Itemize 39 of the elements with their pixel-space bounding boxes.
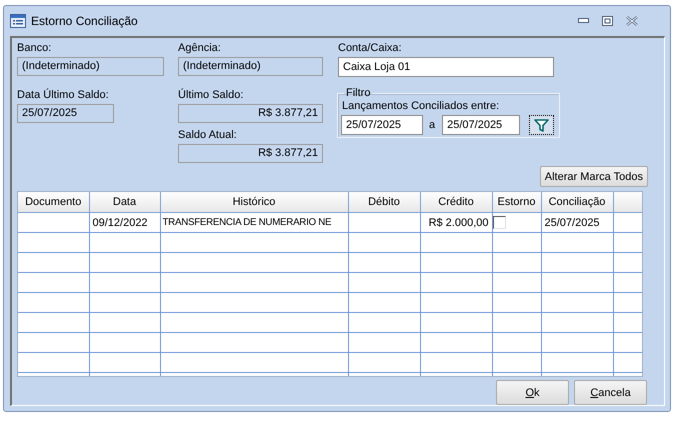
balance-field: R$ 3.877,21 — [178, 144, 323, 163]
filter-button[interactable] — [529, 115, 554, 135]
column-header[interactable]: Crédito — [420, 192, 492, 212]
list-window-icon — [10, 14, 26, 28]
filter-label: Lançamentos Conciliados entre: — [342, 100, 500, 112]
agency-field: (Indeterminado) — [178, 57, 323, 76]
window-title: Estorno Conciliação — [31, 14, 138, 28]
bank-field: (Indeterminado) — [17, 57, 164, 76]
column-header[interactable]: Documento — [18, 192, 89, 212]
amount-cell: R$ 2.000,00 — [428, 216, 488, 228]
table-cell: 25/07/2025 — [544, 216, 600, 228]
ok-button[interactable]: Ok — [496, 380, 569, 405]
checkbox[interactable] — [492, 216, 506, 229]
range-separator: a — [429, 119, 436, 131]
maximize-icon[interactable] — [602, 16, 613, 26]
column-header[interactable]: Histórico — [160, 192, 348, 212]
table-cell: TRANSFERENCIA DE NUMERARIO NE — [162, 217, 332, 228]
field-label: Último Saldo: — [178, 88, 244, 102]
date-field: 25/07/2025 — [17, 104, 114, 123]
column-header[interactable]: Data — [89, 192, 160, 212]
date-field[interactable]: 25/07/2025 — [341, 115, 423, 135]
table-cell: 09/12/2022 — [92, 216, 148, 228]
toggle-all-button[interactable]: Alterar Marca Todos — [540, 166, 648, 187]
account-field[interactable]: Caixa Loja 01 — [338, 57, 554, 77]
balance-field: R$ 3.877,21 — [178, 104, 323, 123]
funnel-icon — [534, 118, 550, 132]
column-header[interactable]: Estorno — [492, 192, 541, 212]
column-header[interactable]: Conciliação — [541, 192, 613, 212]
date-field[interactable]: 25/07/2025 — [442, 115, 520, 135]
column-header[interactable]: Débito — [348, 192, 420, 212]
field-label: Agência: — [178, 41, 221, 55]
minimize-icon[interactable] — [578, 18, 589, 24]
cancel-button[interactable]: Cancela — [574, 380, 647, 405]
group-title: Filtro — [345, 87, 372, 99]
close-icon[interactable] — [626, 16, 638, 26]
field-label: Data Último Saldo: — [17, 88, 109, 102]
field-label: Conta/Caixa: — [338, 41, 402, 55]
field-label: Banco: — [17, 41, 52, 55]
field-label: Saldo Atual: — [178, 128, 237, 142]
